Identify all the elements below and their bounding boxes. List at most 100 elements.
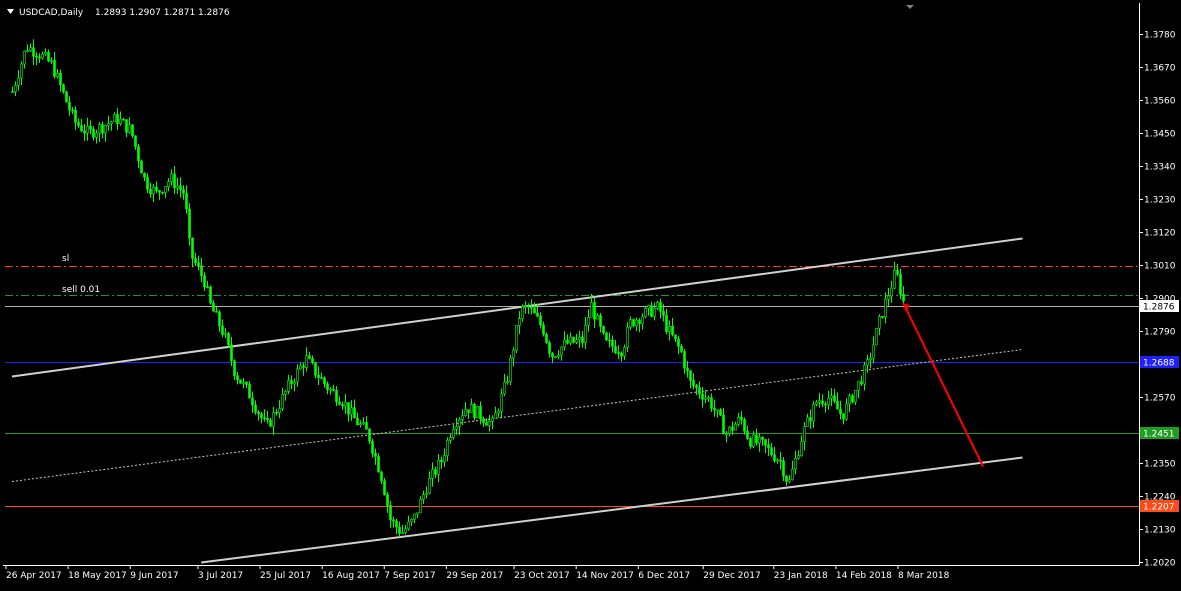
- candle-body: [56, 72, 59, 77]
- candle-body: [884, 298, 887, 318]
- candle-body: [83, 130, 86, 134]
- candle-body: [563, 339, 566, 348]
- candle-body: [545, 333, 548, 343]
- price-chart[interactable]: USDCAD,Daily 1.2893 1.2907 1.2871 1.2876…: [0, 0, 1181, 591]
- candle-body: [878, 316, 881, 329]
- candle-body: [416, 512, 419, 515]
- candle-body: [710, 397, 713, 409]
- candle-body: [122, 119, 125, 121]
- candle-body: [809, 417, 812, 422]
- candle-body: [182, 189, 185, 194]
- candle-body: [329, 388, 332, 391]
- candle-body: [38, 56, 41, 59]
- candle-body: [665, 315, 668, 333]
- candle-body: [695, 385, 698, 388]
- candle-body: [425, 493, 428, 495]
- candle-body: [17, 77, 20, 86]
- time-tick-label: 23 Jan 2018: [774, 571, 828, 581]
- candle-body: [215, 311, 218, 313]
- candle-body: [119, 119, 122, 124]
- candle-body: [92, 128, 95, 138]
- candle-body: [542, 324, 545, 335]
- time-tick-label: 6 Dec 2017: [638, 571, 690, 581]
- candle-body: [230, 344, 233, 362]
- price-tick-label: 1.3230: [1144, 196, 1176, 206]
- candle-body: [527, 305, 530, 308]
- candle-body: [842, 413, 845, 420]
- time-tick-label: 26 Apr 2017: [6, 571, 62, 581]
- current-price-tag-label: 1.2876: [1143, 303, 1175, 313]
- candle-body: [512, 349, 515, 359]
- price-tick-label: 1.3340: [1144, 163, 1176, 173]
- candle-body: [11, 91, 14, 93]
- time-tick-label: 8 Mar 2018: [898, 571, 950, 581]
- candle-body: [896, 270, 899, 275]
- candle-body: [857, 381, 860, 391]
- candle-body: [443, 455, 446, 463]
- candle-body: [734, 423, 737, 431]
- time-tick-label: 16 Aug 2017: [322, 571, 380, 581]
- candle-body: [374, 452, 377, 457]
- candle-body: [782, 460, 785, 477]
- candle-body: [353, 407, 356, 419]
- candle-body: [569, 336, 572, 344]
- candle-body: [176, 185, 179, 189]
- candle-body: [137, 146, 140, 162]
- candle-body: [194, 258, 197, 263]
- candle-body: [104, 125, 107, 134]
- candle-body: [41, 53, 44, 59]
- candle-body: [368, 428, 371, 442]
- candle-body: [788, 479, 791, 482]
- candle-body: [335, 390, 338, 403]
- candle-body: [302, 365, 305, 368]
- candle-body: [557, 354, 560, 357]
- candle-body: [98, 124, 101, 134]
- candle-body: [833, 395, 836, 402]
- candle-body: [296, 368, 299, 383]
- candle-body: [62, 84, 65, 93]
- candle-body: [224, 333, 227, 335]
- price-tick-label: 1.3010: [1144, 262, 1176, 272]
- candle-body: [518, 318, 521, 326]
- candle-body: [29, 47, 32, 51]
- candle-body: [647, 305, 650, 309]
- candle-body: [311, 358, 314, 363]
- candle-body: [287, 380, 290, 392]
- price-tick-label: 1.3670: [1144, 64, 1176, 74]
- candle-body: [419, 498, 422, 514]
- candle-body: [89, 125, 92, 130]
- candle-body: [626, 326, 629, 348]
- candle-body: [332, 388, 335, 391]
- candle-body: [611, 340, 614, 347]
- candle-body: [773, 454, 776, 462]
- candle-body: [290, 380, 293, 385]
- candle-body: [701, 393, 704, 400]
- time-tick-label: 29 Sep 2017: [446, 571, 503, 581]
- candle-body: [257, 412, 260, 415]
- candle-body: [659, 302, 662, 312]
- symbol-label: USDCAD,Daily: [19, 8, 84, 18]
- candle-body: [200, 265, 203, 276]
- candle-body: [707, 397, 710, 400]
- candle-body: [671, 325, 674, 336]
- candle-body: [263, 417, 266, 420]
- candle-body: [698, 387, 701, 395]
- candle-body: [161, 191, 164, 194]
- candle-body: [629, 319, 632, 328]
- candle-body: [431, 469, 434, 479]
- candle-body: [473, 404, 476, 419]
- candle-body: [854, 390, 857, 403]
- candle-body: [848, 395, 851, 405]
- candle-body: [389, 505, 392, 521]
- candle-body: [359, 423, 362, 426]
- candle-body: [827, 397, 830, 406]
- price-tick-label: 1.3560: [1144, 97, 1176, 107]
- candle-body: [71, 109, 74, 112]
- candle-body: [749, 438, 752, 447]
- candle-body: [284, 390, 287, 395]
- candle-body: [578, 336, 581, 341]
- candle-body: [767, 444, 770, 448]
- candle-body: [155, 186, 158, 191]
- candle-body: [476, 406, 479, 419]
- candle-body: [845, 403, 848, 420]
